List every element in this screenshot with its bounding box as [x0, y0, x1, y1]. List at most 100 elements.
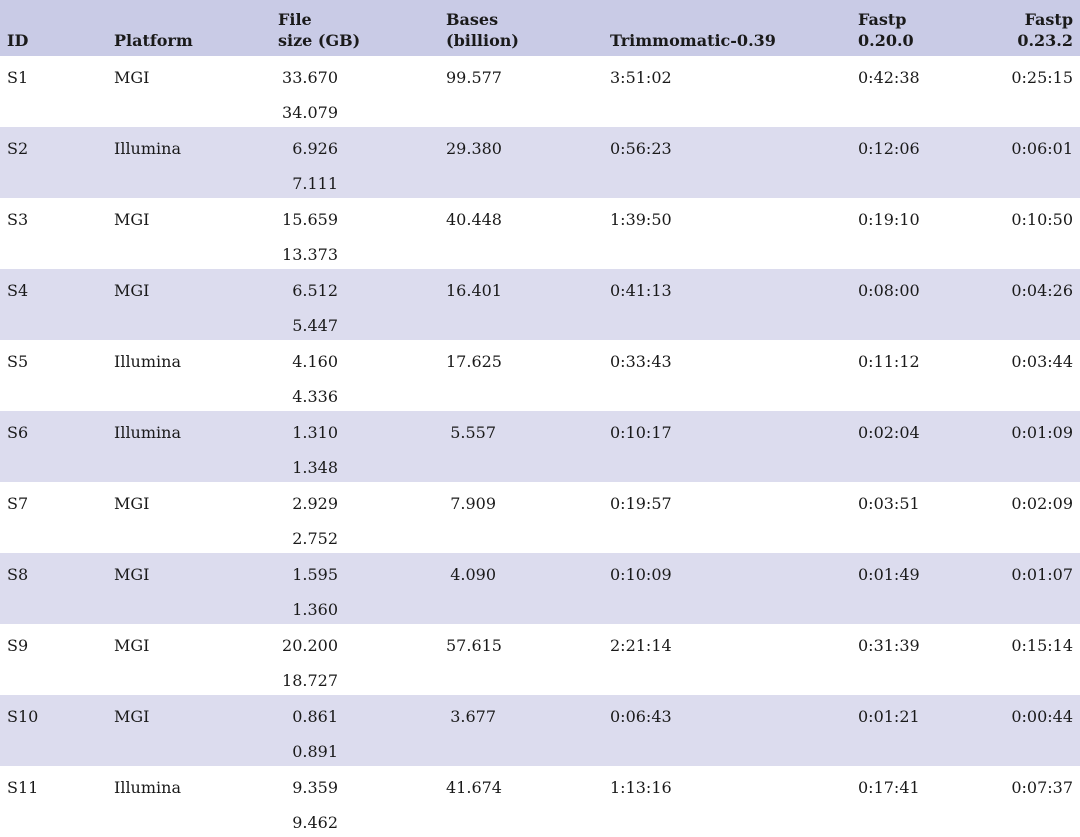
file-size-pair: 6.926 7.111: [278, 139, 338, 194]
header-file-size-line2: size (GB): [278, 31, 361, 50]
table-row: S7 MGI 2.929 2.752 7.909 0:19:57 0:03:51…: [0, 482, 1080, 553]
file-size-pair: 33.670 34.079: [278, 68, 338, 123]
cell-fastp-023: 0:03:44: [1011, 352, 1073, 371]
cell-fastp-020: 0:02:04: [858, 423, 920, 442]
file-size-pair: 9.359 9.462: [278, 778, 338, 833]
cell-fastp-023: 0:25:15: [1011, 68, 1073, 87]
cell-bases-value: 5.557: [450, 423, 496, 442]
cell-bases: 57.615: [446, 624, 610, 695]
cell-platform: Illumina: [114, 139, 181, 158]
table-row: S11 Illumina 9.359 9.462 41.674 1:13:16 …: [0, 766, 1080, 837]
file-size-pair: 2.929 2.752: [278, 494, 338, 549]
cell-file-size: 4.160 4.336: [278, 340, 446, 411]
cell-platform: Illumina: [114, 423, 181, 442]
header-file-size-line1: File: [278, 10, 312, 29]
cell-trimmomatic: 0:33:43: [610, 352, 672, 371]
cell-trimmomatic: 0:19:57: [610, 494, 672, 513]
cell-bases-value: 29.380: [446, 139, 502, 158]
cell-fastp-020: 0:08:00: [858, 281, 920, 300]
cell-file-size-2: 18.727: [282, 671, 338, 690]
cell-bases: 17.625: [446, 340, 610, 411]
cell-trimmomatic: 1:13:16: [610, 778, 672, 797]
cell-id: S11: [7, 778, 39, 797]
cell-file-size-2: 5.447: [292, 316, 338, 335]
cell-platform: MGI: [114, 210, 150, 229]
cell-bases: 3.677: [446, 695, 610, 766]
cell-fastp-023: 0:01:07: [1011, 565, 1073, 584]
cell-platform: Illumina: [114, 352, 181, 371]
header-bases-line2: (billion): [446, 31, 519, 50]
cell-platform: MGI: [114, 707, 150, 726]
table-row: S5 Illumina 4.160 4.336 17.625 0:33:43 0…: [0, 340, 1080, 411]
cell-id: S7: [7, 494, 29, 513]
cell-file-size: 0.861 0.891: [278, 695, 446, 766]
cell-fastp-020: 0:01:49: [858, 565, 920, 584]
header-fastp-023-line2: 0.23.2: [1017, 31, 1073, 50]
cell-file-size-1: 33.670: [282, 68, 338, 87]
cell-file-size-1: 6.926: [292, 139, 338, 158]
cell-platform: MGI: [114, 68, 150, 87]
header-fastp-020-line2: 0.20.0: [858, 31, 914, 50]
cell-fastp-020: 0:19:10: [858, 210, 920, 229]
cell-bases-value: 16.401: [446, 281, 502, 300]
cell-bases-value: 41.674: [446, 778, 502, 797]
cell-fastp-020: 0:31:39: [858, 636, 920, 655]
cell-bases: 7.909: [446, 482, 610, 553]
runtime-table: ID Platform File size (GB) Bases (billio…: [0, 0, 1080, 837]
cell-file-size-1: 1.595: [292, 565, 338, 584]
header-fastp-023-line1: Fastp: [1024, 10, 1073, 29]
file-size-pair: 15.659 13.373: [278, 210, 338, 265]
cell-file-size-1: 4.160: [292, 352, 338, 371]
header-fastp-020-line1: Fastp: [858, 10, 907, 29]
header-trimmomatic: Trimmomatic-0.39: [610, 31, 776, 50]
cell-file-size: 15.659 13.373: [278, 198, 446, 269]
cell-file-size-1: 2.929: [292, 494, 338, 513]
cell-bases: 99.577: [446, 56, 610, 127]
cell-fastp-023: 0:00:44: [1011, 707, 1073, 726]
cell-bases-value: 4.090: [450, 565, 496, 584]
cell-bases: 16.401: [446, 269, 610, 340]
cell-fastp-020: 0:17:41: [858, 778, 920, 797]
file-size-pair: 20.200 18.727: [278, 636, 338, 691]
header-id: ID: [7, 31, 29, 50]
cell-file-size-2: 2.752: [292, 529, 338, 548]
cell-id: S3: [7, 210, 29, 229]
header-platform: Platform: [114, 31, 193, 50]
cell-file-size-1: 20.200: [282, 636, 338, 655]
cell-file-size: 1.310 1.348: [278, 411, 446, 482]
cell-platform: Illumina: [114, 778, 181, 797]
header-row: ID Platform File size (GB) Bases (billio…: [0, 0, 1080, 56]
cell-trimmomatic: 0:41:13: [610, 281, 672, 300]
cell-fastp-020: 0:12:06: [858, 139, 920, 158]
cell-trimmomatic: 0:56:23: [610, 139, 672, 158]
cell-id: S2: [7, 139, 29, 158]
table-header: ID Platform File size (GB) Bases (billio…: [0, 0, 1080, 56]
table-row: S2 Illumina 6.926 7.111 29.380 0:56:23 0…: [0, 127, 1080, 198]
cell-file-size-2: 1.348: [292, 458, 338, 477]
cell-bases-value: 7.909: [450, 494, 496, 513]
cell-bases-value: 3.677: [450, 707, 496, 726]
cell-fastp-023: 0:02:09: [1011, 494, 1073, 513]
cell-trimmomatic: 1:39:50: [610, 210, 672, 229]
file-size-pair: 4.160 4.336: [278, 352, 338, 407]
cell-file-size-1: 9.359: [292, 778, 338, 797]
cell-fastp-023: 0:01:09: [1011, 423, 1073, 442]
cell-file-size: 20.200 18.727: [278, 624, 446, 695]
cell-id: S9: [7, 636, 29, 655]
header-bases: Bases (billion): [446, 0, 610, 56]
table-row: S8 MGI 1.595 1.360 4.090 0:10:09 0:01:49…: [0, 553, 1080, 624]
header-fastp-020: Fastp 0.20.0: [858, 0, 1006, 56]
header-fastp-023: Fastp 0.23.2: [1006, 0, 1080, 56]
cell-file-size: 2.929 2.752: [278, 482, 446, 553]
header-file-size: File size (GB): [278, 0, 446, 56]
cell-fastp-023: 0:07:37: [1011, 778, 1073, 797]
cell-fastp-020: 0:03:51: [858, 494, 920, 513]
cell-file-size-1: 1.310: [292, 423, 338, 442]
cell-bases: 40.448: [446, 198, 610, 269]
cell-trimmomatic: 2:21:14: [610, 636, 672, 655]
cell-bases: 29.380: [446, 127, 610, 198]
cell-file-size-2: 9.462: [292, 813, 338, 832]
cell-id: S5: [7, 352, 29, 371]
header-bases-line1: Bases: [446, 10, 499, 29]
cell-bases-value: 99.577: [446, 68, 502, 87]
